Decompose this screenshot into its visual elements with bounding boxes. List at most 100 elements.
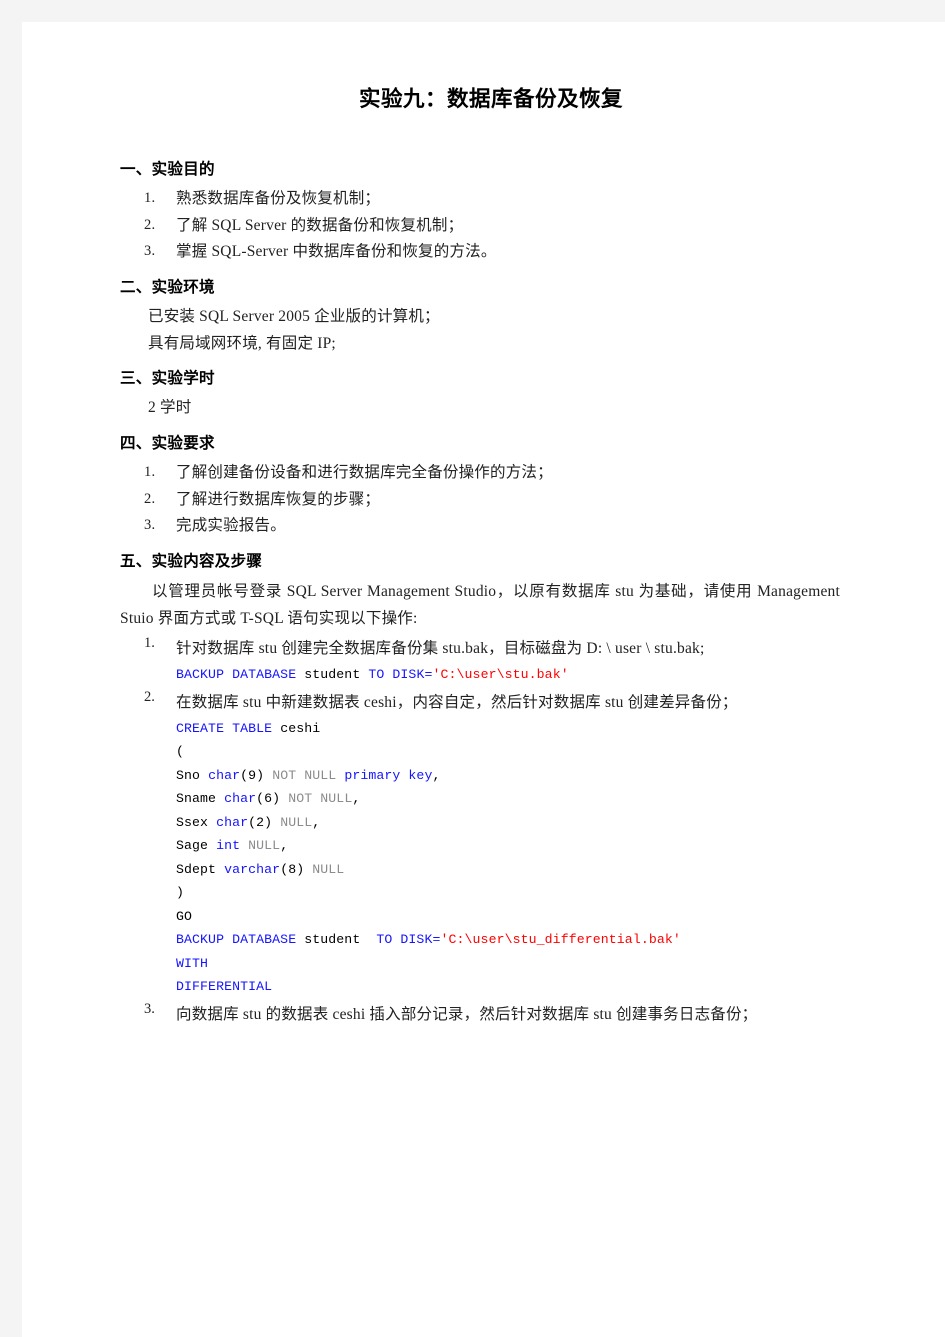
steps-intro-paragraph: 以管理员帐号登录 SQL Server Management Studio，以原… bbox=[120, 582, 840, 628]
list-item-label: 完成实验报告。 bbox=[176, 517, 286, 535]
sql-code-line: Sname char(6) NOT NULL, bbox=[176, 787, 840, 811]
sql-token: , bbox=[312, 814, 321, 830]
sql-code-line: BACKUP DATABASE student TO DISK='C:\user… bbox=[176, 663, 840, 687]
sql-token: BACKUP DATABASE bbox=[176, 667, 305, 683]
sql-token: DIFFERENTIAL bbox=[176, 979, 273, 995]
sql-token: (2) bbox=[248, 814, 281, 830]
list-item-label: 了解 SQL Server 的数据备份和恢复机制； bbox=[176, 216, 464, 234]
step-item: 3. 向数据库 stu 的数据表 ceshi 插入部分记录，然后针对数据库 st… bbox=[120, 1001, 840, 1028]
sql-token: varchar bbox=[224, 861, 281, 877]
step-label: 在数据库 stu 中新建数据表 ceshi，内容自定，然后针对数据库 stu 创… bbox=[176, 693, 738, 711]
sql-token: Ssex bbox=[176, 814, 217, 830]
list-item-number: 2. bbox=[144, 490, 156, 507]
sql-token: Sdept bbox=[176, 861, 225, 877]
list-item: 1. 熟悉数据库备份及恢复机制； bbox=[120, 186, 840, 213]
sql-token: Sname bbox=[176, 791, 225, 807]
list-item-number: 3. bbox=[144, 517, 156, 534]
sql-token: , bbox=[352, 791, 361, 807]
sql-token: NULL bbox=[280, 814, 313, 830]
section-experiment-purpose: 一、实验目的 1. 熟悉数据库备份及恢复机制； 2. 了解 SQL Server… bbox=[120, 157, 840, 266]
sql-token: (6) bbox=[256, 791, 289, 807]
step-number: 2. bbox=[144, 688, 155, 705]
list-item-label: 熟悉数据库备份及恢复机制； bbox=[176, 190, 381, 207]
sql-code-line: Sdept varchar(8) NULL bbox=[176, 858, 840, 882]
steps-list: 1. 针对数据库 stu 创建完全数据库备份集 stu.bak，目标磁盘为 D:… bbox=[120, 635, 840, 1028]
sql-code-line: Sno char(9) NOT NULL primary key, bbox=[176, 764, 840, 788]
sql-token: CREATE TABLE bbox=[176, 720, 281, 736]
sql-token: ) bbox=[176, 885, 185, 901]
sql-token: WITH bbox=[176, 955, 209, 971]
sql-token: ceshi bbox=[280, 720, 321, 736]
sql-code-line: GO bbox=[176, 905, 840, 929]
sql-token: TO DISK= bbox=[368, 667, 433, 683]
step-item: 2. 在数据库 stu 中新建数据表 ceshi，内容自定，然后针对数据库 st… bbox=[120, 689, 840, 999]
sql-code-line: Ssex char(2) NULL, bbox=[176, 811, 840, 835]
section-heading: 一、实验目的 bbox=[120, 161, 215, 178]
sql-token: primary key bbox=[344, 767, 433, 783]
sql-token: TO DISK= bbox=[376, 932, 441, 948]
section-experiment-hours: 三、实验学时 2 学时 bbox=[120, 366, 840, 422]
sql-token: NOT NULL bbox=[272, 767, 345, 783]
sql-token: , bbox=[280, 838, 289, 854]
section-heading: 四、实验要求 bbox=[120, 434, 215, 452]
hours-line: 2 学时 bbox=[148, 399, 192, 417]
list-item: 2. 了解进行数据库恢复的步骤； bbox=[120, 487, 840, 514]
section-heading: 二、实验环境 bbox=[120, 278, 215, 296]
sql-code-line: BACKUP DATABASE student TO DISK='C:\user… bbox=[176, 928, 840, 952]
sql-code-line: CREATE TABLE ceshi bbox=[176, 717, 840, 741]
sql-token: char bbox=[224, 791, 257, 807]
step-label: 针对数据库 stu 创建完全数据库备份集 stu.bak，目标磁盘为 D: \ … bbox=[176, 640, 705, 658]
section-heading: 三、实验学时 bbox=[120, 370, 215, 388]
sql-token: 'C:\user\stu.bak' bbox=[432, 667, 569, 683]
sql-token: GO bbox=[176, 908, 193, 924]
environment-line: 具有局域网环境, 有固定 IP; bbox=[148, 334, 336, 352]
list-item-label: 了解进行数据库恢复的步骤； bbox=[176, 490, 381, 508]
section-experiment-requirements: 四、实验要求 1. 了解创建备份设备和进行数据库完全备份操作的方法； 2. 了解… bbox=[120, 431, 840, 540]
list-item-label: 掌握 SQL-Server 中数据库备份和恢复的方法。 bbox=[176, 243, 497, 261]
sql-token: Sno bbox=[176, 767, 209, 783]
sql-code-line: ) bbox=[176, 881, 840, 905]
sql-token: NOT NULL bbox=[288, 791, 353, 807]
sql-token: student bbox=[304, 932, 377, 948]
section-experiment-steps: 五、实验内容及步骤 以管理员帐号登录 SQL Server Management… bbox=[120, 549, 840, 1028]
section-experiment-environment: 二、实验环境 已安装 SQL Server 2005 企业版的计算机； 具有局域… bbox=[120, 275, 840, 357]
sql-code-block: BACKUP DATABASE student TO DISK='C:\user… bbox=[176, 663, 840, 687]
list-item-number: 1. bbox=[144, 463, 156, 480]
sql-token: NULL bbox=[248, 838, 281, 854]
section-heading: 五、实验内容及步骤 bbox=[120, 552, 263, 570]
sql-token: (8) bbox=[280, 861, 313, 877]
list-item: 2. 了解 SQL Server 的数据备份和恢复机制； bbox=[120, 213, 840, 240]
sql-token: ( bbox=[176, 744, 185, 760]
step-number: 1. bbox=[144, 635, 155, 652]
sql-code-line: ( bbox=[176, 740, 840, 764]
list-item-number: 3. bbox=[144, 243, 156, 260]
step-number: 3. bbox=[144, 1000, 155, 1017]
sql-token: NULL bbox=[312, 861, 345, 877]
sql-code-line: WITH bbox=[176, 952, 840, 976]
sql-code-line: DIFFERENTIAL bbox=[176, 975, 840, 999]
environment-line: 已安装 SQL Server 2005 企业版的计算机； bbox=[148, 307, 440, 325]
sql-code-block: CREATE TABLE ceshi ( Sno char(9) NOT NULL … bbox=[176, 717, 840, 999]
sql-code-line: Sage int NULL, bbox=[176, 834, 840, 858]
sql-token: 'C:\user\stu_differential.bak' bbox=[440, 932, 681, 948]
list-item-label: 了解创建备份设备和进行数据库完全备份操作的方法； bbox=[176, 463, 553, 481]
sql-token: student bbox=[304, 667, 369, 683]
page-content: 实验九：数据库备份及恢复 一、实验目的 1. 熟悉数据库备份及恢复机制； 2. … bbox=[120, 82, 840, 1037]
requirements-list: 1. 了解创建备份设备和进行数据库完全备份操作的方法； 2. 了解进行数据库恢复… bbox=[120, 460, 840, 540]
sql-token: int bbox=[216, 838, 241, 854]
sql-token: BACKUP DATABASE bbox=[176, 932, 305, 948]
sql-token: char bbox=[216, 814, 249, 830]
sql-token: char bbox=[208, 767, 241, 783]
list-item: 1. 了解创建备份设备和进行数据库完全备份操作的方法； bbox=[120, 460, 840, 487]
list-item: 3. 完成实验报告。 bbox=[120, 513, 840, 540]
sql-token: , bbox=[432, 767, 441, 783]
list-item: 3. 掌握 SQL-Server 中数据库备份和恢复的方法。 bbox=[120, 239, 840, 266]
list-item-number: 1. bbox=[144, 190, 156, 206]
document-page: 实验九：数据库备份及恢复 一、实验目的 1. 熟悉数据库备份及恢复机制； 2. … bbox=[22, 22, 945, 1337]
list-item-number: 2. bbox=[144, 216, 156, 233]
step-label: 向数据库 stu 的数据表 ceshi 插入部分记录，然后针对数据库 stu 创… bbox=[176, 1005, 758, 1023]
page-title: 实验九：数据库备份及恢复 bbox=[358, 87, 623, 111]
sql-token: (9) bbox=[240, 767, 273, 783]
step-item: 1. 针对数据库 stu 创建完全数据库备份集 stu.bak，目标磁盘为 D:… bbox=[120, 635, 840, 687]
